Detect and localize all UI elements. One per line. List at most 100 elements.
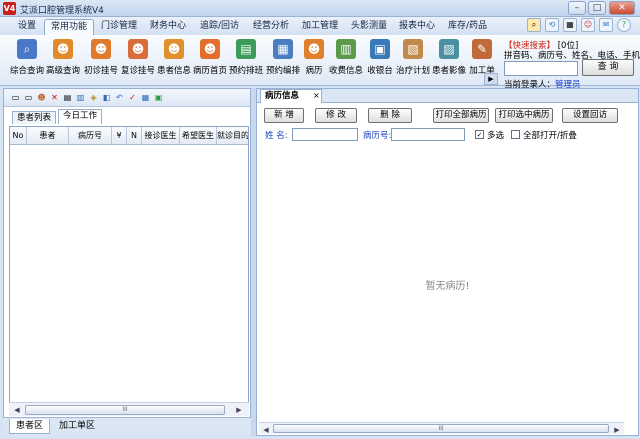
menu-tab-clinic[interactable]: 门诊管理 — [95, 19, 143, 35]
table-icon[interactable]: ▦ — [140, 92, 151, 103]
tab-medical-record[interactable]: 病历信息 × — [260, 89, 322, 103]
menu-bar: 设置 常用功能 门诊管理 财务中心 追踪/回访 经营分析 加工管理 头影测量 报… — [0, 17, 640, 35]
col-amount[interactable]: ¥ — [112, 127, 127, 145]
record-no-label: 病历号: — [363, 131, 392, 141]
menu-tab-analysis[interactable]: 经营分析 — [247, 19, 295, 35]
help-icon[interactable]: ? — [617, 18, 631, 32]
first-visit-register-button[interactable]: ☻ 初诊挂号 — [84, 39, 118, 83]
patient-info-button[interactable]: ☻ 患者信息 — [157, 39, 191, 83]
title-bar: V4 艾派口腔管理系统V4 – □ ✕ — [0, 0, 640, 17]
scroll-thumb[interactable]: III — [25, 405, 225, 415]
report-icon[interactable]: ▤ — [62, 92, 73, 103]
export-icon[interactable]: ◈ — [88, 92, 99, 103]
search-icon[interactable]: ⌕ — [527, 18, 541, 32]
record-scrollbar[interactable]: ◀ III ▶ — [259, 422, 624, 434]
check-icon[interactable]: ✓ — [127, 92, 138, 103]
quick-search-input[interactable] — [504, 61, 578, 76]
people-icon[interactable]: ☻ — [36, 92, 47, 103]
maximize-button[interactable]: □ — [588, 1, 606, 15]
menu-tab-settings[interactable]: 设置 — [12, 19, 42, 35]
chart-icon[interactable]: ▥ — [75, 92, 86, 103]
col-no[interactable]: No — [10, 127, 27, 145]
appointment-schedule-button[interactable]: ▤ 预约排班 — [229, 39, 263, 83]
treatment-plan-icon: ▧ — [403, 39, 423, 59]
expand-all-checkbox[interactable] — [511, 130, 520, 139]
magnifier-icon: ⌕ — [17, 39, 37, 59]
menu-tab-processing[interactable]: 加工管理 — [296, 19, 344, 35]
person-add-icon: ☻ — [91, 39, 111, 59]
undo-icon[interactable]: ↶ — [114, 92, 125, 103]
expand-all-label: 全部打开/折叠 — [523, 131, 577, 141]
close-tab-icon[interactable]: × — [313, 90, 320, 102]
quick-search-button[interactable]: 查 询 — [582, 59, 634, 76]
medical-record-panel: 病历信息 × 新 增 修 改 删 除 打印全部病历 打印选中病历 设置回访 姓 名… — [256, 88, 639, 436]
scroll-right-icon[interactable]: ▶ — [233, 404, 245, 416]
copy-doc-icon[interactable]: ▭ — [23, 92, 34, 103]
menu-tab-common[interactable]: 常用功能 — [44, 19, 95, 35]
ribbon-scroll-right-icon[interactable]: ▶ — [484, 73, 498, 85]
appointment-arrange-button[interactable]: ▦ 预约编排 — [266, 39, 300, 83]
minimize-button[interactable]: – — [568, 1, 586, 15]
menu-tab-followup[interactable]: 追踪/回访 — [194, 19, 245, 35]
tab-patient-area[interactable]: 患者区 — [9, 419, 51, 434]
chat-icon[interactable]: ✉ — [599, 18, 613, 32]
network-icon[interactable]: ⟲ — [545, 18, 559, 32]
scroll-left-icon[interactable]: ◀ — [11, 404, 23, 416]
cashier-button[interactable]: ▣ 收银台 — [366, 39, 394, 83]
person-search-icon: ☻ — [53, 39, 73, 59]
new-doc-icon[interactable]: ▭ — [10, 92, 21, 103]
billing-info-button[interactable]: ▥ 收费信息 — [329, 39, 363, 83]
record-no-input[interactable] — [391, 128, 465, 141]
patient-grid: No 患者 病历号 ¥ N 接诊医生 希望医生 就诊目的 — [9, 126, 249, 416]
advanced-query-button[interactable]: ☻ 高级查询 — [46, 39, 80, 83]
image-icon: ▨ — [439, 39, 459, 59]
cashier-icon: ▣ — [370, 39, 390, 59]
refresh-icon[interactable]: ▣ — [153, 92, 164, 103]
col-visit-purpose[interactable]: 就诊目的 — [217, 127, 248, 145]
grid-icon[interactable]: ▦ — [563, 18, 577, 32]
record-scroll-right-icon[interactable]: ▶ — [611, 424, 623, 436]
tab-processing-area[interactable]: 加工单区 — [53, 419, 101, 434]
record-scroll-left-icon[interactable]: ◀ — [260, 424, 272, 436]
app-logo-icon: V4 — [3, 2, 16, 15]
user-icon[interactable]: ☺ — [581, 18, 595, 32]
col-preferred-doctor[interactable]: 希望医生 — [180, 127, 217, 145]
tab-patient-list[interactable]: 患者列表 — [12, 111, 57, 124]
import-icon[interactable]: ◧ — [101, 92, 112, 103]
processing-order-icon: ✎ — [472, 39, 492, 59]
patient-grid-scrollbar[interactable]: ◀ III ▶ — [9, 402, 249, 416]
multi-select-label: 多选 — [487, 131, 505, 141]
delete-icon[interactable]: ✕ — [49, 92, 60, 103]
name-label: 姓 名: — [265, 131, 288, 141]
print-selected-records-button[interactable]: 打印选中病历 — [495, 108, 553, 123]
comprehensive-query-button[interactable]: ⌕ 综合查询 — [10, 39, 44, 83]
treatment-plan-button[interactable]: ▧ 治疗计划 — [396, 39, 430, 83]
set-followup-button[interactable]: 设置回访 — [562, 108, 618, 123]
edit-record-button[interactable]: 修 改 — [315, 108, 357, 123]
empty-records-message: 暂无病历! — [425, 281, 470, 292]
menu-tab-reports[interactable]: 报表中心 — [393, 19, 441, 35]
col-doctor[interactable]: 接诊医生 — [142, 127, 180, 145]
multi-select-checkbox[interactable]: ✓ — [475, 130, 484, 139]
return-visit-register-button[interactable]: ☻ 复诊挂号 — [121, 39, 155, 83]
menu-tab-inventory[interactable]: 库存/药品 — [442, 19, 493, 35]
name-input[interactable] — [292, 128, 358, 141]
add-record-button[interactable]: 新 增 — [264, 108, 304, 123]
col-patient[interactable]: 患者 — [27, 127, 69, 145]
print-all-records-button[interactable]: 打印全部病历 — [433, 108, 489, 123]
patient-panel: ▭ ▭ ☻ ✕ ▤ ▥ ◈ ◧ ↶ ✓ ▦ ▣ 患者列表 今日工作 No 患者 … — [3, 88, 251, 433]
close-window-button[interactable]: ✕ — [609, 1, 635, 15]
menu-tab-finance[interactable]: 财务中心 — [144, 19, 192, 35]
delete-record-button[interactable]: 删 除 — [368, 108, 412, 123]
record-icon: ☻ — [304, 39, 324, 59]
medical-record-button[interactable]: ☻ 病历 — [302, 39, 326, 83]
person-return-icon: ☻ — [128, 39, 148, 59]
col-n[interactable]: N — [127, 127, 142, 145]
billing-icon: ▥ — [336, 39, 356, 59]
record-home-button[interactable]: ☻ 病历首页 — [193, 39, 227, 83]
patient-images-button[interactable]: ▨ 患者影像 — [432, 39, 466, 83]
col-record-no[interactable]: 病历号 — [69, 127, 112, 145]
tab-today-work[interactable]: 今日工作 — [58, 109, 103, 124]
menu-tab-ceph[interactable]: 头影测量 — [345, 19, 393, 35]
record-scroll-thumb[interactable]: III — [273, 424, 609, 433]
